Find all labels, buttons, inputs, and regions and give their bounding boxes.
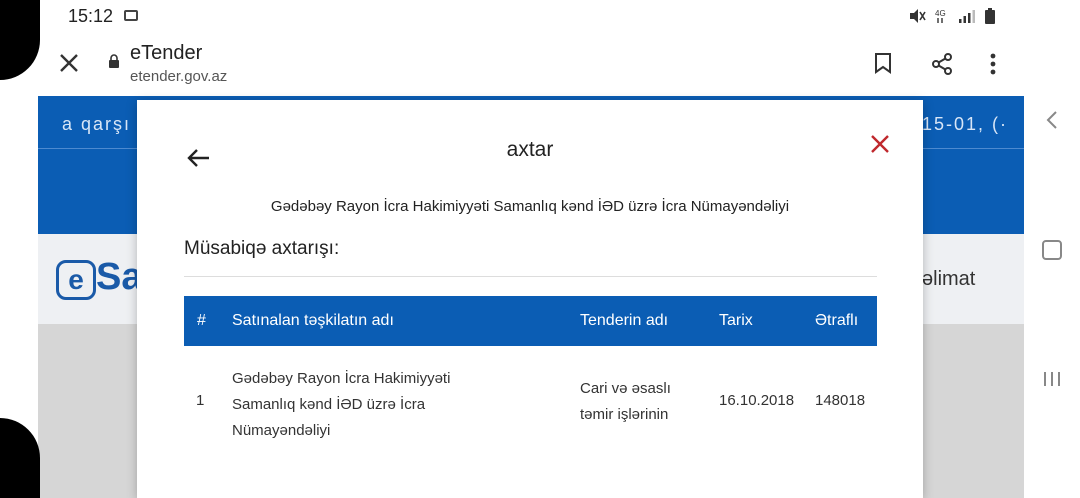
- mute-icon: [910, 9, 926, 23]
- band-right-text: 15-01, (·: [922, 114, 1009, 134]
- logo-text: Sa: [96, 256, 143, 298]
- etender-logo[interactable]: e Sa: [56, 256, 142, 300]
- close-icon[interactable]: [870, 134, 890, 154]
- header-tender-name: Tenderin adı: [580, 312, 669, 329]
- more-options-icon[interactable]: [988, 52, 998, 76]
- browser-toolbar: eTender etender.gov.az: [38, 34, 1024, 97]
- section-divider: [184, 276, 877, 277]
- modal-title: axtar: [506, 138, 554, 161]
- frame-corner: [0, 418, 40, 498]
- status-icons: 4G: [908, 8, 996, 24]
- phone-frame: 15:12 4G eTender etender.gov.az a qarşı …: [0, 0, 1080, 498]
- frame-corner: [0, 0, 40, 80]
- row-details-link[interactable]: 148018: [815, 392, 865, 409]
- row-tender-name-line: Cari və əsaslı: [580, 380, 671, 397]
- table-row[interactable]: 1 Gədəbəy Rayon İcra Hakimiyyəti Samanlı…: [184, 346, 877, 446]
- signal-bars-icon: [959, 10, 975, 23]
- row-index: 1: [196, 392, 205, 409]
- share-icon[interactable]: [930, 52, 954, 76]
- header-date: Tarix: [719, 312, 753, 329]
- section-title: Müsabiqə axtarışı:: [184, 238, 340, 259]
- bookmark-icon[interactable]: [874, 52, 892, 74]
- table-header: # Satınalan təşkilatın adı Tenderin adı …: [184, 296, 877, 346]
- header-details: Ətraflı: [815, 312, 859, 329]
- svg-text:4G: 4G: [935, 9, 946, 18]
- browser-screen: 15:12 4G eTender etender.gov.az a qarşı …: [38, 0, 1024, 498]
- logo-letter: e: [56, 260, 96, 300]
- row-tender-name-line: təmir işlərinin: [580, 406, 669, 423]
- background-menu-label[interactable]: əlimat: [922, 268, 975, 291]
- row-organization-line: Gədəbəy Rayon İcra Hakimiyyəti: [232, 370, 451, 387]
- nav-home-icon[interactable]: [1042, 240, 1062, 260]
- battery-icon: [985, 8, 995, 24]
- site-title: eTender: [130, 42, 203, 64]
- band-left-text: a qarşı: [62, 114, 132, 134]
- results-table: # Satınalan təşkilatın adı Tenderin adı …: [184, 296, 877, 446]
- row-tender-name: Cari və əsaslı təmir işlərinin: [580, 376, 671, 428]
- header-index: #: [197, 312, 206, 329]
- row-date: 16.10.2018: [719, 392, 795, 409]
- nav-back-icon[interactable]: [1044, 110, 1060, 130]
- header-organization: Satınalan təşkilatın adı: [232, 312, 394, 329]
- close-tab-icon[interactable]: [56, 50, 82, 76]
- row-organization-line: Nümayəndəliyi: [232, 422, 331, 439]
- nav-recent-apps-icon[interactable]: [1042, 370, 1062, 388]
- status-bar: 15:12 4G: [38, 0, 1024, 34]
- organization-name: Gədəbəy Rayon İcra Hakimiyyəti Samanlıq …: [270, 198, 790, 215]
- lock-icon: [109, 54, 119, 68]
- status-time: 15:12: [68, 6, 114, 26]
- row-organization: Gədəbəy Rayon İcra Hakimiyyəti Samanlıq …: [232, 366, 450, 444]
- search-modal: axtar Gədəbəy Rayon İcra Hakimiyyəti Sam…: [137, 100, 923, 498]
- image-notification-icon: [124, 10, 138, 21]
- site-url[interactable]: etender.gov.az: [130, 68, 227, 85]
- row-organization-line: Samanlıq kənd İƏD üzrə İcra: [232, 396, 426, 413]
- 4g-signal-icon: 4G: [935, 9, 946, 23]
